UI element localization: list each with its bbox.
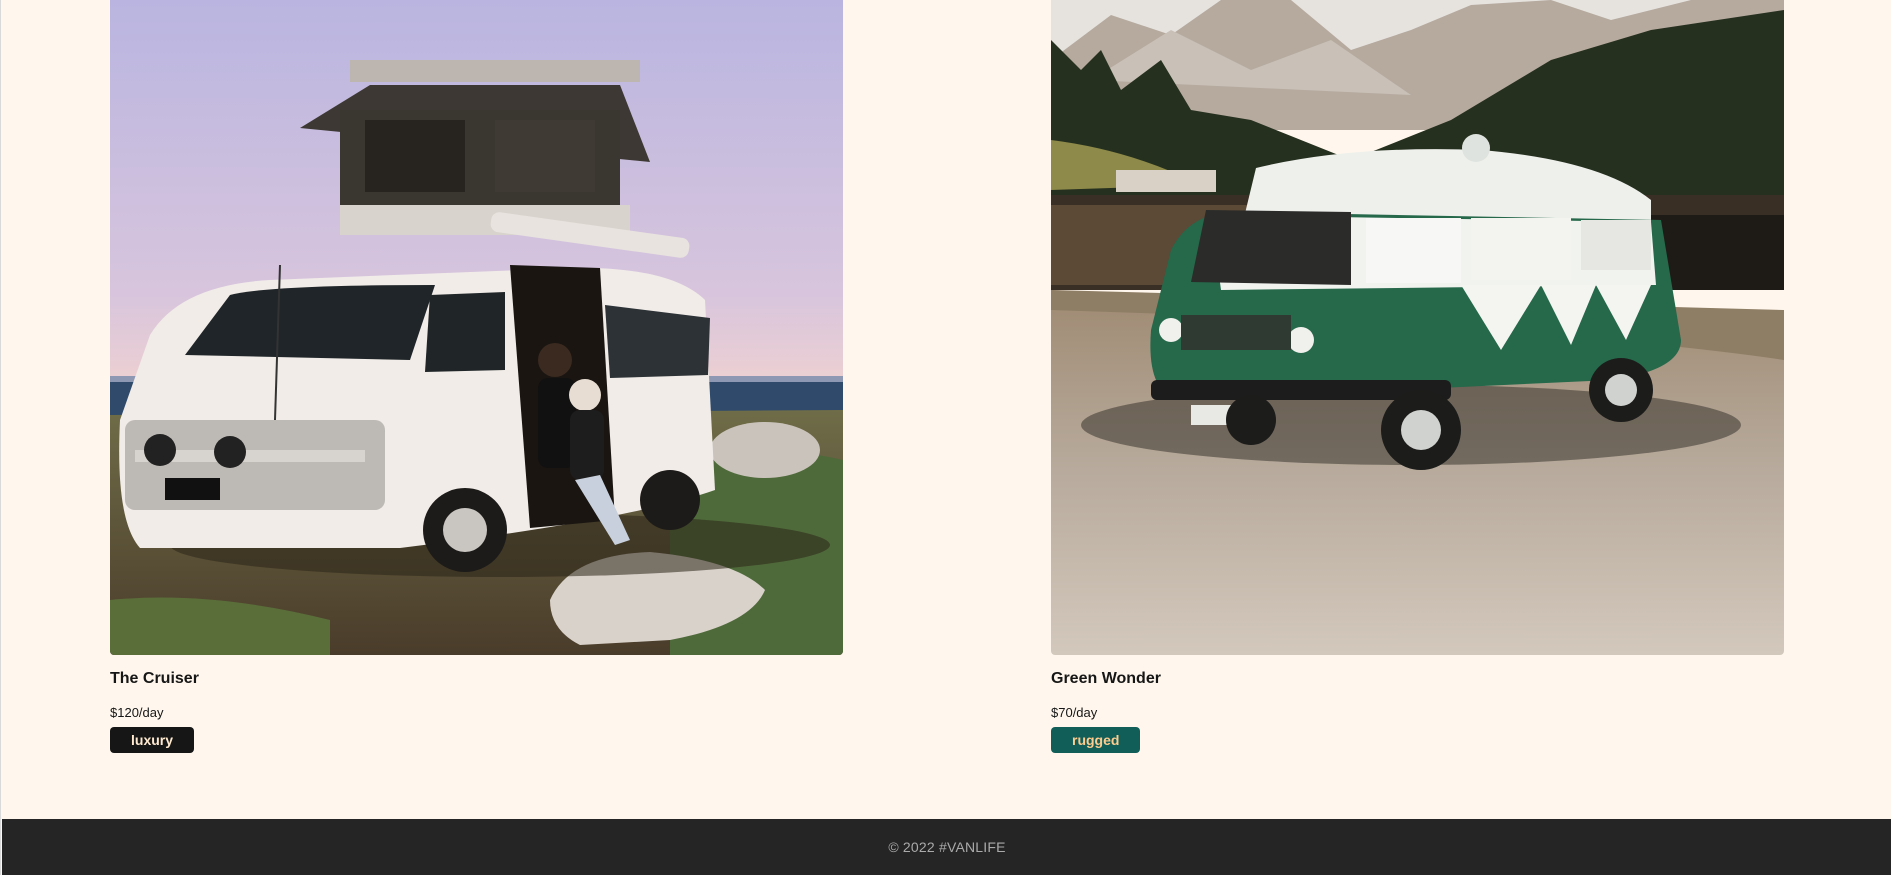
van-image-green-wonder[interactable] xyxy=(1051,0,1784,655)
van-name[interactable]: Green Wonder xyxy=(1051,670,1161,688)
van-list: The Cruiser $120/day luxury Green Wonder… xyxy=(1,0,1891,819)
van-name[interactable]: The Cruiser xyxy=(110,670,199,688)
page: The Cruiser $120/day luxury Green Wonder… xyxy=(0,0,1891,875)
van-card-green-wonder[interactable]: Green Wonder $70/day rugged xyxy=(1051,0,1784,753)
footer: © 2022 #VANLIFE xyxy=(2,819,1891,875)
van-type-badge[interactable]: luxury xyxy=(110,727,195,753)
van-price: $70/day xyxy=(1051,705,1098,720)
van-type-badge[interactable]: rugged xyxy=(1051,727,1141,753)
van-image-the-cruiser[interactable] xyxy=(110,0,843,655)
van-card-the-cruiser[interactable]: The Cruiser $120/day luxury xyxy=(110,0,843,753)
van-price: $120/day xyxy=(110,705,164,720)
copyright-text: © 2022 #VANLIFE xyxy=(888,839,1006,855)
